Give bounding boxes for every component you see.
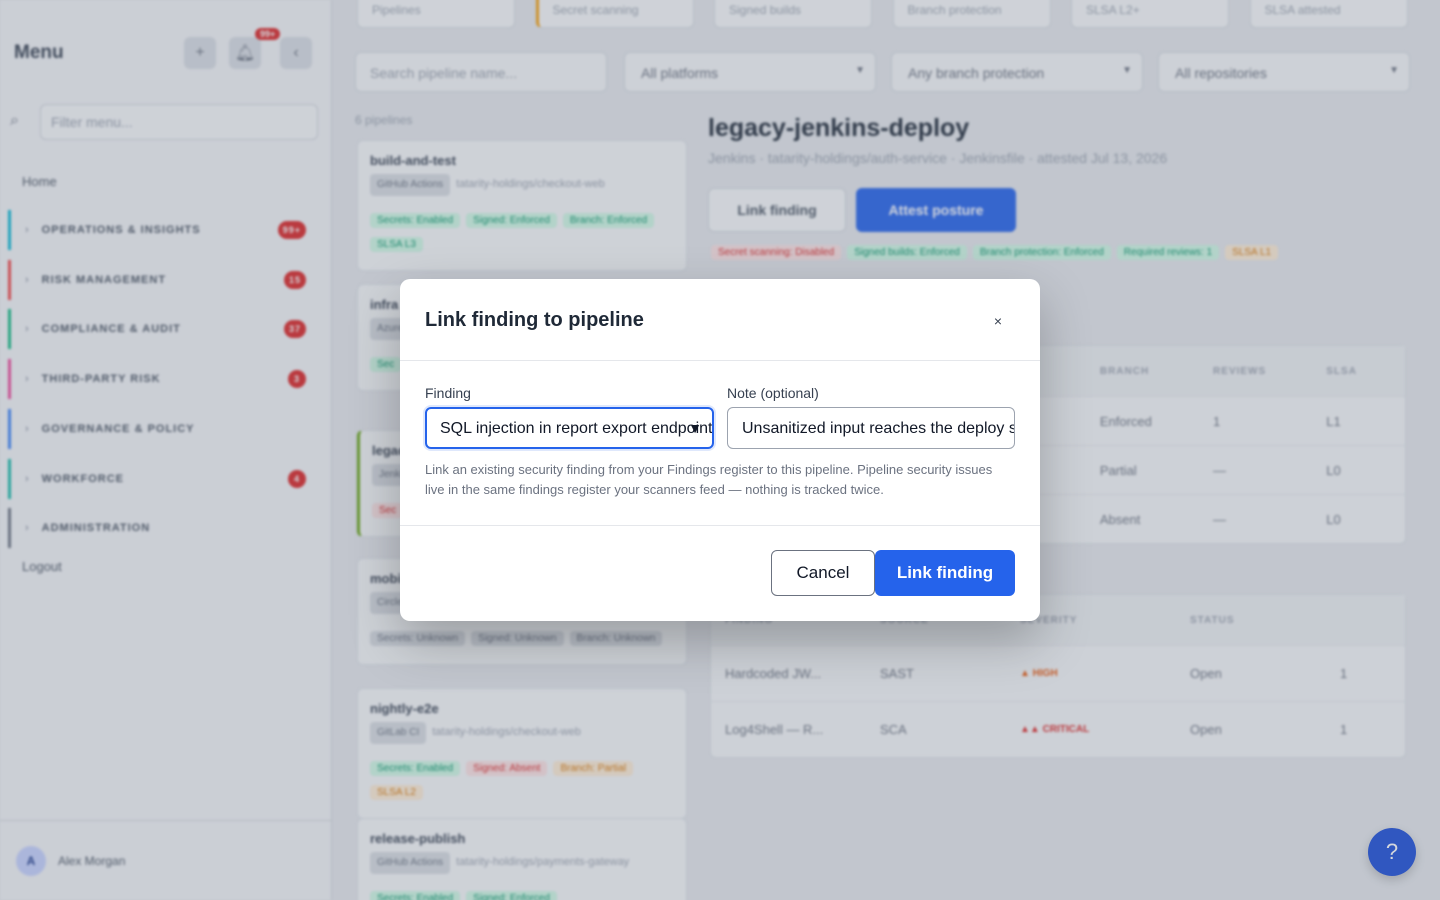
cancel-button[interactable]: Cancel	[771, 550, 875, 596]
note-label: Note (optional)	[727, 385, 819, 401]
dialog-title: Link finding to pipeline	[425, 309, 644, 331]
link-finding-dialog: Link finding to pipeline × Finding Note …	[400, 279, 1040, 621]
finding-label: Finding	[425, 385, 471, 401]
link-finding-button[interactable]: Link finding	[875, 550, 1015, 596]
finding-select-value: SQL injection in report export endpoint	[440, 420, 713, 437]
close-icon[interactable]: ×	[985, 308, 1011, 334]
note-input-value: Unsanitized input reaches the deploy ste…	[742, 420, 1015, 437]
dialog-hint: Link an existing security finding from y…	[425, 462, 993, 497]
finding-select[interactable]: SQL injection in report export endpoint …	[425, 407, 714, 449]
note-input[interactable]: Unsanitized input reaches the deploy ste…	[727, 407, 1015, 449]
dialog-footer: Cancel Link finding	[400, 525, 1040, 621]
dialog-header: Link finding to pipeline ×	[400, 279, 1040, 361]
caret-down-icon: ▼	[688, 420, 702, 436]
